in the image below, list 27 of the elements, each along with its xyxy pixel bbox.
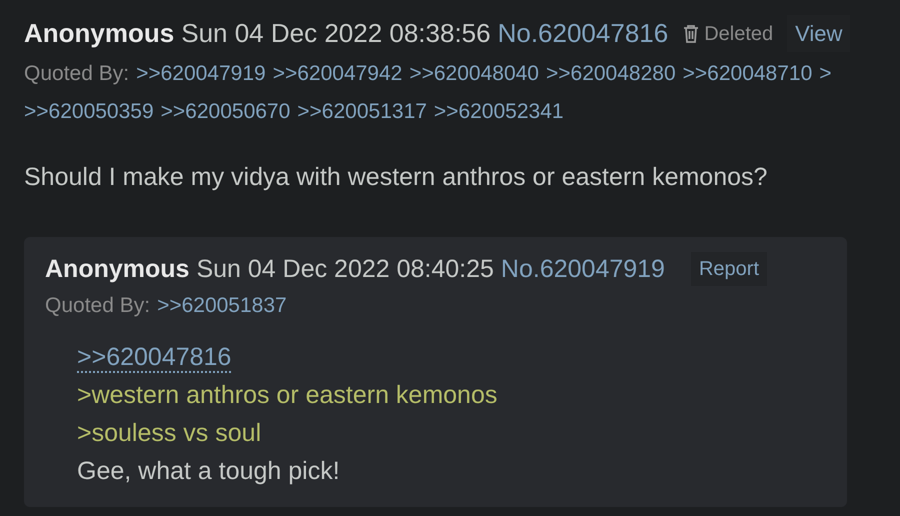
backlink[interactable]: >>620047942	[272, 55, 402, 93]
post-date: Sun 04 Dec 2022 08:40:25	[196, 254, 494, 284]
trash-icon	[682, 24, 700, 44]
post-date: Sun 04 Dec 2022 08:38:56	[181, 17, 491, 50]
quoted-by-label: Quoted By:	[24, 61, 130, 87]
backlink[interactable]: >>620051317	[297, 93, 427, 131]
backlink[interactable]: >>620050670	[160, 93, 290, 131]
post-text: Should I make my vidya with western anthros or eastern kemonos?	[24, 162, 768, 193]
greentext-line: >souless vs soul	[77, 419, 262, 447]
backlink[interactable]: >>620052341	[434, 93, 564, 131]
quote-link[interactable]: >>620047816	[77, 343, 232, 373]
post-number-link[interactable]: No.620047919	[500, 250, 665, 288]
post-text: Gee, what a tough pick!	[77, 457, 340, 485]
post-number-link[interactable]: No.620047816	[498, 14, 668, 53]
greentext-line: >western anthros or eastern kemonos	[77, 381, 498, 409]
poster-name: Anonymous	[24, 17, 174, 50]
backlink[interactable]: >>620050359	[24, 93, 154, 131]
backlink[interactable]: >>620047919	[136, 55, 266, 93]
backlink[interactable]: >	[819, 55, 832, 93]
poster-name: Anonymous	[45, 254, 190, 284]
backlink[interactable]: >>620048710	[682, 55, 812, 93]
quoted-by-label: Quoted By:	[45, 293, 150, 319]
backlink[interactable]: >>620051837	[157, 288, 287, 324]
backlink[interactable]: >>620048280	[546, 55, 676, 93]
report-button[interactable]: Report	[690, 252, 767, 286]
deleted-label: Deleted	[704, 22, 774, 46]
backlink[interactable]: >>620048040	[409, 55, 539, 93]
